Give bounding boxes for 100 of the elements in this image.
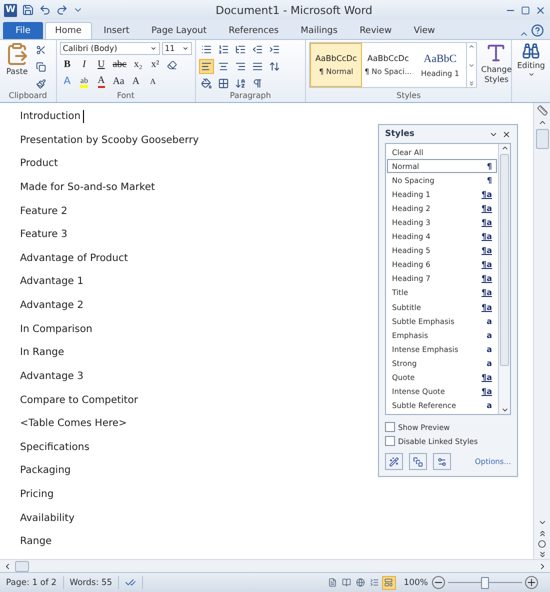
zoom-slider[interactable] (481, 577, 489, 589)
page-count[interactable]: Page: 1 of 2 (0, 576, 64, 589)
document-line: Specifications (20, 440, 90, 454)
close-icon[interactable] (535, 4, 546, 16)
undo-icon[interactable] (39, 4, 51, 16)
clipboard-icon (5, 42, 29, 66)
group-label: Font (116, 91, 136, 102)
paste-button[interactable]: Paste (3, 42, 31, 91)
document-line: <Table Comes Here> (20, 417, 128, 430)
scroll-thumb[interactable] (15, 560, 29, 572)
close-icon[interactable] (502, 130, 511, 138)
font-name-field[interactable]: Calibri (Body) (60, 42, 160, 55)
document-line: Range (20, 535, 53, 548)
view-button[interactable] (382, 576, 396, 590)
caret-icon (150, 45, 157, 52)
ribbon-tab[interactable]: Home (45, 22, 92, 39)
align-justify-icon (252, 61, 263, 72)
pane-title: Styles (385, 129, 416, 139)
style-inspector-button[interactable] (409, 453, 427, 470)
caret-icon (182, 45, 189, 52)
document-line: Pricing (20, 488, 55, 501)
scroll-down-icon[interactable] (538, 518, 546, 527)
format-button[interactable]: A (60, 74, 75, 89)
format-button[interactable]: x² (148, 57, 163, 72)
document-line: Availability (20, 512, 76, 525)
view-icon (342, 578, 352, 587)
scroll-left-icon[interactable] (3, 562, 12, 570)
sliders-icon (437, 456, 447, 466)
shading-icon[interactable] (198, 76, 214, 91)
view-icon (370, 578, 380, 587)
more-icon[interactable] (468, 80, 476, 87)
scroll-right-icon[interactable] (538, 562, 547, 570)
scroll-up-icon[interactable] (538, 118, 546, 127)
letter-icon (485, 42, 508, 64)
zoom-out-icon[interactable] (432, 576, 445, 589)
zoom-percent[interactable]: 100% (404, 578, 428, 588)
word-count[interactable]: Words: 55 (64, 576, 120, 589)
format-button[interactable]: x₂ (130, 57, 146, 72)
align-right-icon (234, 61, 246, 72)
format-button[interactable]: A (145, 74, 160, 89)
scroll-down-icon[interactable] (500, 406, 508, 414)
document-line: Introduction (20, 110, 84, 123)
binoculars-icon (522, 42, 540, 60)
previous-page-icon[interactable] (538, 529, 546, 538)
ruler-icon[interactable] (536, 105, 548, 116)
document-line: Advantage 1 (20, 275, 84, 288)
change-styles-button[interactable]: Change Styles (479, 42, 514, 91)
ribbon-tab[interactable]: Mailings (290, 22, 348, 39)
ribbon-tab[interactable]: Insert (94, 22, 140, 39)
align-button[interactable] (198, 59, 214, 74)
format-button[interactable]: A (128, 74, 144, 89)
format-button[interactable]: A (94, 74, 109, 89)
format-button[interactable]: ab (76, 74, 92, 89)
redo-icon[interactable] (56, 4, 68, 16)
ribbon-tab[interactable]: View (404, 22, 446, 39)
document-line: Advantage of Product (20, 252, 129, 265)
format-button[interactable]: B (60, 57, 75, 72)
next-page-icon[interactable] (538, 550, 546, 559)
caret-icon (528, 71, 535, 78)
format-button[interactable]: abc (110, 57, 129, 72)
ribbon-tab[interactable]: Page Layout (141, 22, 217, 39)
document-line: Feature 2 (20, 204, 68, 218)
document-line: Made for So-and-so Market (20, 180, 156, 194)
scroll-up-icon[interactable] (500, 144, 508, 152)
document-line: Product (20, 157, 59, 170)
document-line: In Comparison (20, 322, 94, 336)
document-line: Feature 3 (20, 228, 68, 242)
proofing-icon[interactable] (125, 577, 136, 588)
document-line: Advantage 3 (20, 370, 84, 383)
restore-icon[interactable] (521, 6, 530, 14)
manage-styles-button[interactable] (433, 453, 451, 470)
format-button[interactable]: U (94, 57, 109, 72)
document-line: Packaging (20, 464, 72, 478)
new-style-button[interactable] (385, 453, 403, 470)
save-icon[interactable] (22, 4, 34, 16)
group-label: Styles (395, 91, 422, 102)
file-tab[interactable]: File (3, 22, 43, 39)
group-label: Clipboard (8, 91, 48, 102)
ribbon-tab[interactable]: References (218, 22, 289, 39)
document-line: In Range (20, 346, 66, 360)
zoom-in-icon[interactable] (525, 576, 538, 589)
ribbon-tab[interactable]: Review (350, 22, 402, 39)
stack-icon (413, 456, 423, 466)
format-button[interactable]: Aa (110, 74, 126, 89)
app-logo: W (4, 4, 17, 16)
font-size-field[interactable]: 11 (162, 42, 192, 55)
editing-button[interactable]: Editing (515, 42, 547, 102)
scroll-thumb[interactable] (500, 154, 509, 366)
view-icon (384, 578, 394, 587)
format-button[interactable]: I (76, 57, 92, 72)
document-line: Advantage 2 (20, 299, 84, 312)
scroll-thumb[interactable] (536, 129, 548, 149)
align-center-icon (218, 61, 229, 72)
checkbox[interactable] (385, 436, 395, 446)
help-icon[interactable] (531, 24, 544, 37)
checkbox[interactable] (385, 422, 395, 432)
document-line: Compare to Competitor (20, 394, 139, 406)
view-icon (328, 578, 338, 587)
browse-object-icon[interactable] (538, 540, 546, 548)
document-line: Presentation by Scooby Gooseberry (20, 134, 200, 147)
